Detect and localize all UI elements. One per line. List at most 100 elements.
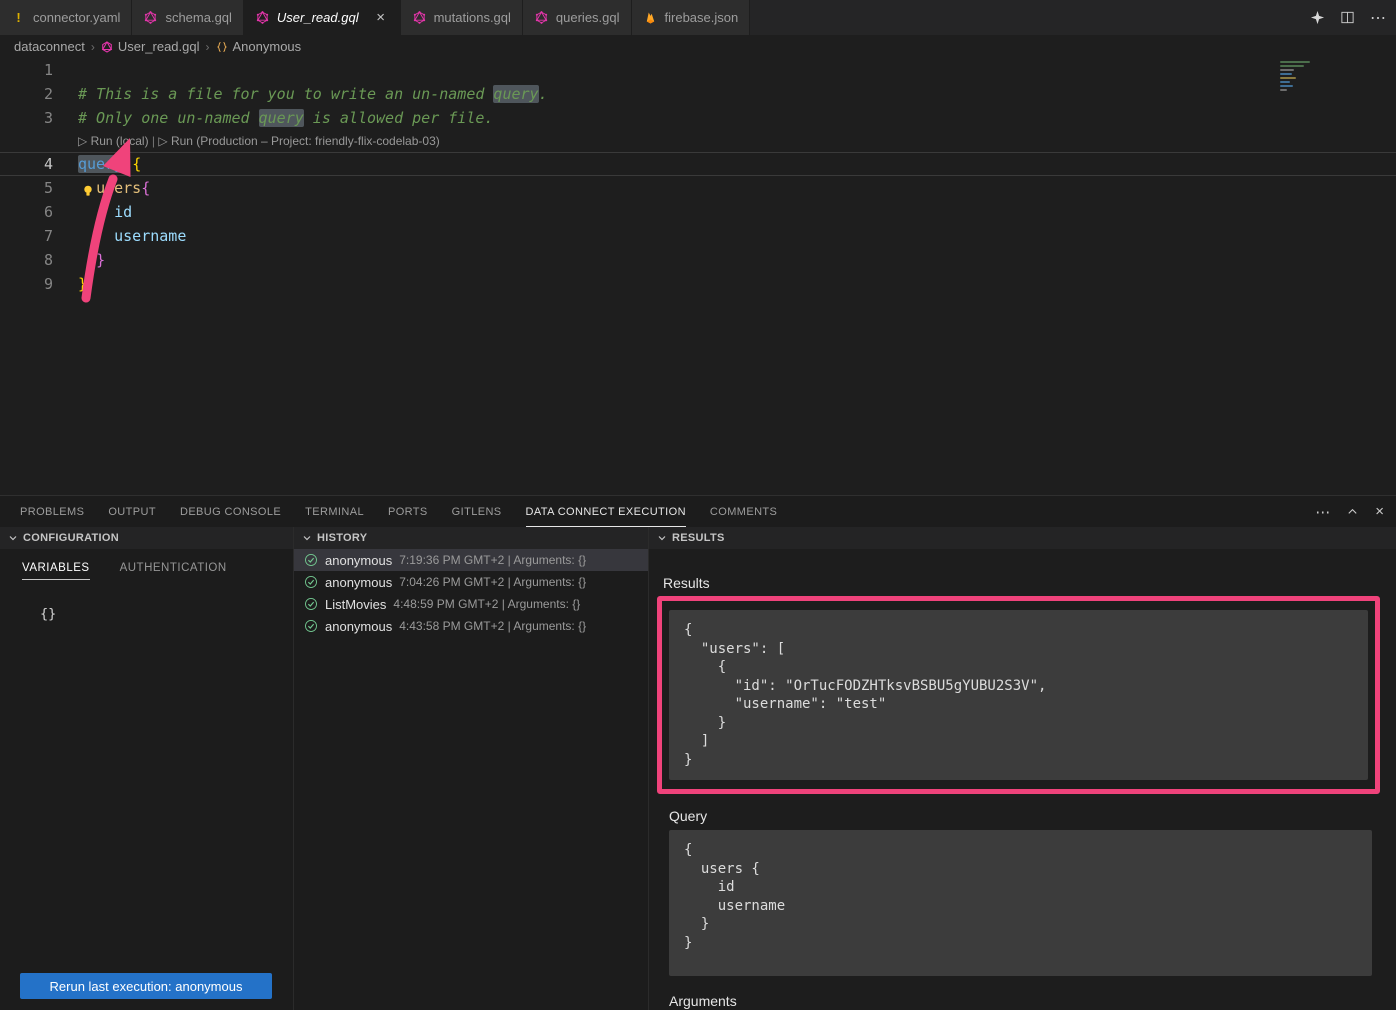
breadcrumb-file[interactable]: User_read.gql [101, 39, 200, 54]
panel-tab-problems[interactable]: PROBLEMS [20, 496, 84, 527]
panel-tab-debug-console[interactable]: DEBUG CONSOLE [180, 496, 281, 527]
code-token: . [539, 85, 548, 103]
panel-tab-data-connect-execution[interactable]: DATA CONNECT EXECUTION [526, 496, 686, 527]
code-token: query [493, 85, 538, 103]
editor-tab-bar: ! connector.yaml schema.gql User_read.gq… [0, 0, 1396, 35]
close-icon[interactable]: × [373, 9, 389, 26]
breadcrumb-dataconnect[interactable]: dataconnect [14, 39, 85, 54]
line-number: 2 [0, 82, 66, 106]
history-item-name: anonymous [325, 619, 392, 634]
code-token: is allowed per file. [304, 109, 494, 127]
minimap-line [1280, 89, 1287, 91]
codelens-run-production-link[interactable]: ▷ Run (Production – Project: friendly-fl… [158, 134, 439, 148]
chevron-down-icon [8, 533, 18, 543]
code-line-text: users{ [66, 176, 150, 200]
panel-tab-bar: PROBLEMS OUTPUT DEBUG CONSOLE TERMINAL P… [0, 496, 1396, 527]
history-item-detail: 7:19:36 PM GMT+2 | Arguments: {} [399, 553, 586, 567]
split-editor-icon[interactable] [1340, 10, 1355, 25]
minimap[interactable] [1280, 61, 1314, 93]
history-item-detail: 4:43:58 PM GMT+2 | Arguments: {} [399, 619, 586, 633]
tab-mutations-gql[interactable]: mutations.gql [401, 0, 523, 35]
breadcrumb-separator: › [91, 40, 95, 54]
code-token: } [96, 251, 105, 269]
query-output[interactable]: { users { id username } } [669, 830, 1372, 976]
history-item-name: anonymous [325, 575, 392, 590]
line-number: 1 [0, 58, 66, 82]
subtab-authentication[interactable]: AUTHENTICATION [120, 562, 227, 580]
chevron-up-icon[interactable] [1346, 505, 1359, 518]
panel-tab-output[interactable]: OUTPUT [108, 496, 156, 527]
code-line-7[interactable]: 7 username [0, 224, 1396, 248]
line-number: 9 [0, 272, 66, 296]
history-item[interactable]: anonymous 7:19:36 PM GMT+2 | Arguments: … [294, 549, 648, 571]
line-number: 6 [0, 200, 66, 224]
history-item-detail: 7:04:26 PM GMT+2 | Arguments: {} [399, 575, 586, 589]
code-token [78, 227, 114, 245]
chevron-down-icon [302, 533, 312, 543]
code-line-1[interactable]: 1 [0, 58, 1396, 82]
code-token [123, 155, 132, 173]
editor-actions: ⋯ [1310, 0, 1386, 35]
code-token: } [78, 275, 87, 293]
code-line-text [66, 58, 78, 82]
code-token: # This is a file for you to write an un-… [78, 85, 493, 103]
code-line-text: } [66, 248, 105, 272]
codelens-run-local-link[interactable]: ▷ Run (local) [78, 134, 149, 148]
code-token: query [259, 109, 304, 127]
line-number: 7 [0, 224, 66, 248]
warning-icon: ! [11, 10, 26, 25]
variables-value[interactable]: {} [40, 606, 293, 622]
code-token: id [114, 203, 132, 221]
check-circle-icon [304, 575, 318, 589]
tab-queries-gql[interactable]: queries.gql [523, 0, 632, 35]
minimap-line [1280, 73, 1292, 75]
tab-label: connector.yaml [33, 10, 120, 25]
code-line-8[interactable]: 8 } [0, 248, 1396, 272]
copilot-sparkle-icon[interactable] [1310, 10, 1325, 25]
panel-tab-comments[interactable]: COMMENTS [710, 496, 777, 527]
history-item[interactable]: ListMovies 4:48:59 PM GMT+2 | Arguments:… [294, 593, 648, 615]
panel-more-icon[interactable]: ⋯ [1315, 503, 1330, 521]
panel-tab-terminal[interactable]: TERMINAL [305, 496, 364, 527]
code-token: query [78, 155, 123, 173]
minimap-line [1280, 69, 1294, 71]
code-editor[interactable]: 12 # This is a file for you to write an u… [0, 58, 1396, 495]
more-actions-icon[interactable]: ⋯ [1370, 8, 1386, 28]
configuration-header[interactable]: CONFIGURATION [0, 527, 293, 549]
history-section: HISTORY anonymous 7:19:36 PM GMT+2 | Arg… [293, 527, 648, 1010]
code-line-4[interactable]: 4query { [0, 152, 1396, 176]
code-line-9[interactable]: 9} [0, 272, 1396, 296]
tab-firebase-json[interactable]: firebase.json [632, 0, 751, 35]
history-header[interactable]: HISTORY [294, 527, 648, 549]
code-line-5[interactable]: 5 users{ [0, 176, 1396, 200]
minimap-line [1280, 65, 1304, 67]
subtab-variables[interactable]: VARIABLES [22, 562, 90, 580]
breadcrumb-symbol-anonymous[interactable]: Anonymous [216, 39, 302, 54]
editor-code: 12 # This is a file for you to write an u… [0, 58, 1396, 296]
history-item[interactable]: anonymous 4:43:58 PM GMT+2 | Arguments: … [294, 615, 648, 637]
lightbulb-icon[interactable] [81, 181, 95, 195]
results-output[interactable]: { "users": [ { "id": "OrTucFODZHTksvBSBU… [669, 610, 1368, 780]
tab-schema-gql[interactable]: schema.gql [132, 0, 243, 35]
line-gutter [0, 130, 66, 152]
history-item[interactable]: anonymous 7:04:26 PM GMT+2 | Arguments: … [294, 571, 648, 593]
tab-connector-yaml[interactable]: ! connector.yaml [0, 0, 132, 35]
code-line-3[interactable]: 3# Only one un-named query is allowed pe… [0, 106, 1396, 130]
graphql-icon [412, 10, 427, 25]
code-line-text: id [66, 200, 132, 224]
code-line-2[interactable]: 2 # This is a file for you to write an un… [0, 82, 1396, 106]
rerun-last-execution-button[interactable]: Rerun last execution: anonymous [20, 973, 272, 999]
results-header[interactable]: RESULTS [649, 527, 1396, 549]
panel-tab-gitlens[interactable]: GITLENS [452, 496, 502, 527]
code-token: users [96, 179, 141, 197]
graphql-icon [534, 10, 549, 25]
code-line-6[interactable]: 6 id [0, 200, 1396, 224]
line-number: 8 [0, 248, 66, 272]
panel-close-icon[interactable]: × [1375, 503, 1384, 520]
codelens-separator: | [149, 134, 159, 148]
check-circle-icon [304, 597, 318, 611]
panel-tab-ports[interactable]: PORTS [388, 496, 428, 527]
check-circle-icon [304, 553, 318, 567]
code-token: username [114, 227, 186, 245]
tab-user-read-gql[interactable]: User_read.gql × [244, 0, 401, 35]
